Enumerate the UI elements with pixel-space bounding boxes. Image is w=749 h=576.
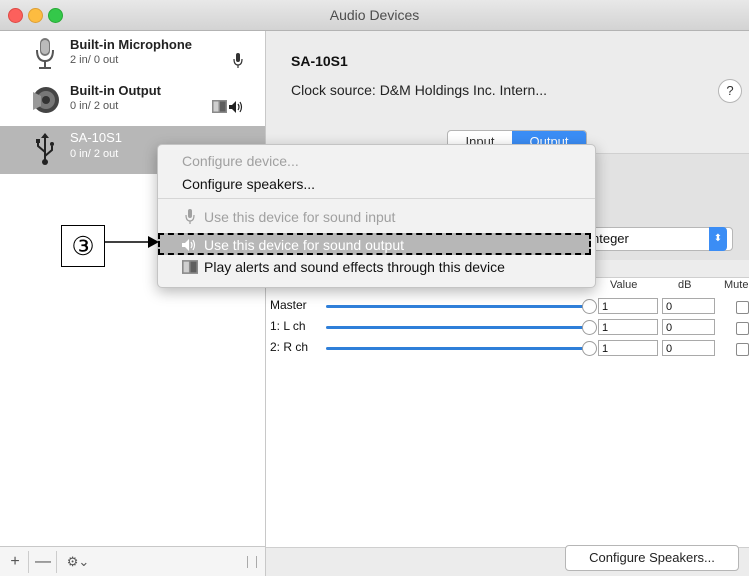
device-list-toolbar: + — ⚙⌄ [0,546,266,576]
window-title: Audio Devices [329,7,420,23]
clock-source: Clock source: D&M Holdings Inc. Intern..… [291,82,547,98]
value-field[interactable]: 1 [598,319,658,335]
menu-item-alerts-output[interactable]: Play alerts and sound effects through th… [204,259,505,275]
device-detail-panel: SA-10S1 Clock source: D&M Holdings Inc. … [266,31,749,576]
device-context-menu: Configure device... Configure speakers..… [157,144,596,288]
select-arrows-icon[interactable]: ⬍ [709,227,727,251]
device-list: Built-in Microphone 2 in/ 0 out Built-in… [0,31,266,546]
gear-menu-button[interactable]: ⚙⌄ [58,551,98,573]
speaker-icon [33,87,59,113]
value-field[interactable]: 1 [598,340,658,356]
configure-speakers-button[interactable]: Configure Speakers... [565,545,739,571]
finder-icon [212,100,227,113]
volume-slider[interactable] [326,326,588,329]
value-field[interactable]: 1 [598,298,658,314]
db-field[interactable]: 0 [662,340,715,356]
mic-icon [185,209,195,224]
remove-device-button[interactable]: — [30,551,57,573]
mute-checkbox[interactable] [736,301,749,314]
volume-slider[interactable] [326,305,588,308]
help-button[interactable]: ? [718,79,742,103]
resize-handle[interactable] [247,556,257,568]
callout-arrow-icon [104,236,159,248]
device-io: 0 in/ 2 out [70,148,119,160]
col-header-value: Value [610,279,638,291]
device-item-builtin-output[interactable]: Built-in Output 0 in/ 2 out [0,77,265,123]
add-device-button[interactable]: + [2,551,29,573]
channel-label: Master [270,298,307,312]
menu-item-label: Use this device for sound output [204,237,405,253]
mic-small-icon [233,53,243,68]
channel-label: 2: R ch [270,340,309,354]
volume-table: Ch Volume Value dB Mute Master 1 0 1: L … [266,277,749,548]
finder-icon [182,260,198,274]
device-name: SA-10S1 [70,130,123,145]
title-bar: Audio Devices [0,0,749,31]
menu-item-configure-speakers[interactable]: Configure speakers... [182,176,315,192]
col-header-mute: Mute [724,279,749,291]
col-header-db: dB [678,279,692,291]
speaker-small-icon [229,101,243,113]
menu-item-configure-device[interactable]: Configure device... [182,153,299,169]
device-title: SA-10S1 [291,53,348,69]
volume-slider[interactable] [326,347,588,350]
volume-slider-knob[interactable] [582,299,597,314]
device-name: Built-in Output [70,83,161,98]
mute-checkbox[interactable] [736,343,749,356]
audio-devices-window: Audio Devices Built-in Microphone 2 in/ … [0,0,749,576]
menu-item-sound-input[interactable]: Use this device for sound input [204,209,395,225]
device-io: 2 in/ 0 out [70,54,119,66]
menu-separator [158,198,595,199]
mute-checkbox[interactable] [736,322,749,335]
menu-item-sound-output[interactable]: Use this device for sound output [158,233,591,255]
volume-slider-knob[interactable] [582,320,597,335]
db-field[interactable]: 0 [662,298,715,314]
microphone-icon [36,38,54,69]
db-field[interactable]: 0 [662,319,715,335]
device-name: Built-in Microphone [70,37,193,52]
device-item-builtin-microphone[interactable]: Built-in Microphone 2 in/ 0 out [0,31,265,77]
volume-slider-knob[interactable] [582,341,597,356]
channel-label: 1: L ch [270,319,306,333]
device-io: 0 in/ 2 out [70,100,119,112]
step-callout: ③ [61,225,105,267]
speaker-icon [182,239,196,251]
usb-icon [36,133,54,165]
